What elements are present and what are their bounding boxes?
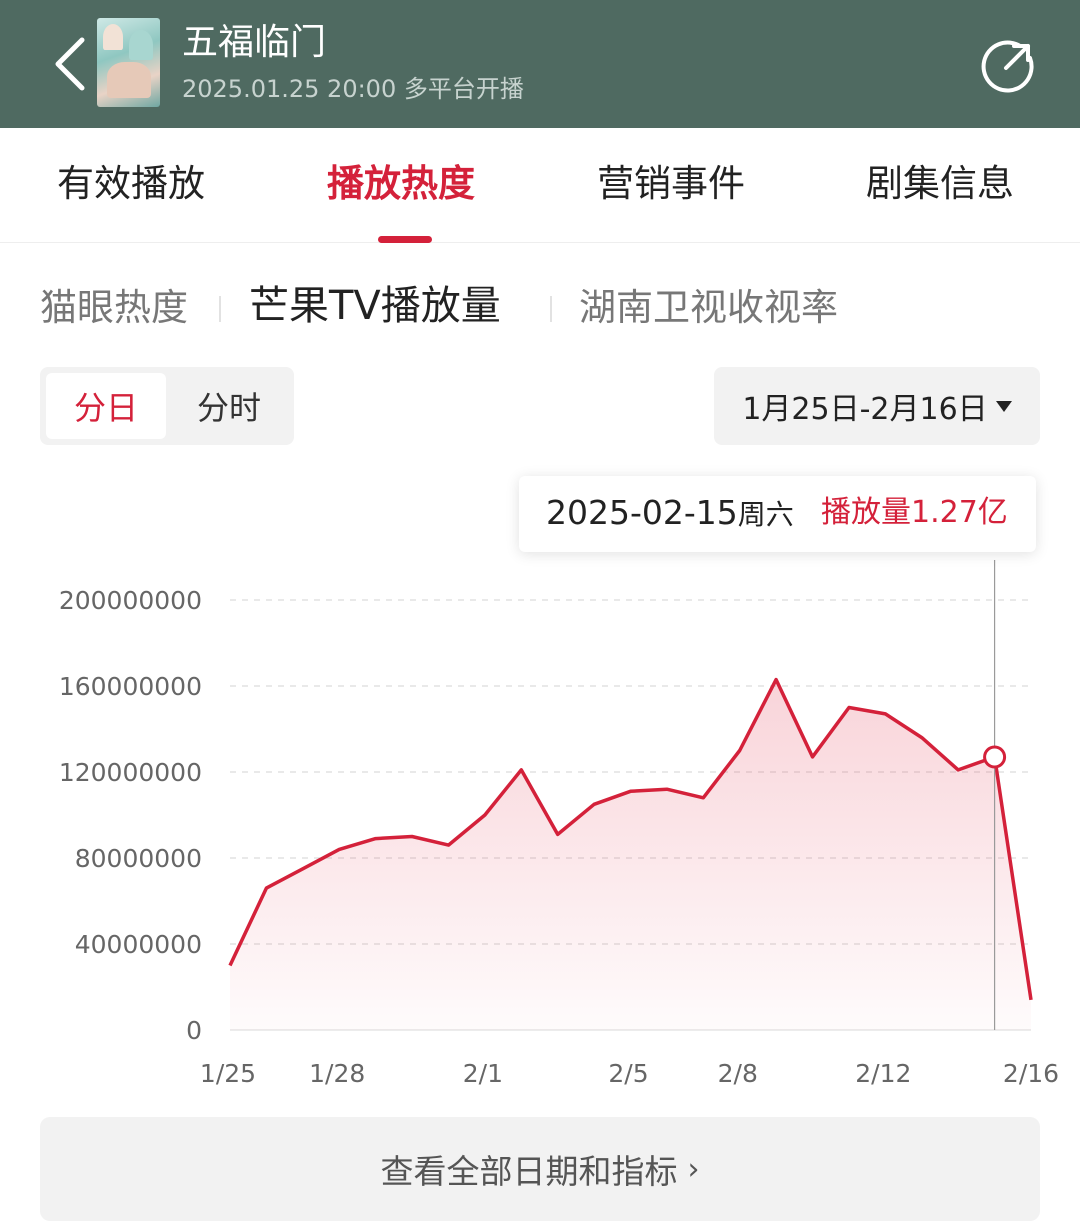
y-tick-label: 80000000 xyxy=(75,844,202,873)
tooltip-date-value: 2025-02-15 xyxy=(546,493,738,532)
share-button[interactable] xyxy=(980,38,1036,94)
chevron-left-icon xyxy=(55,37,85,91)
date-range-label: 1月25日-2月16日 xyxy=(742,392,988,427)
share-icon xyxy=(981,40,1034,93)
chevron-right-icon: › xyxy=(687,1151,700,1187)
tab-effective-play[interactable]: 有效播放 xyxy=(57,156,205,212)
x-tick-label: 2/16 xyxy=(1003,1059,1059,1088)
tab-marketing-events[interactable]: 营销事件 xyxy=(597,156,745,212)
tooltip-date: 2025-02-15周六 xyxy=(546,490,794,538)
subtab-mango-plays[interactable]: 芒果TV播放量 xyxy=(249,280,501,332)
x-tick-label: 1/28 xyxy=(309,1059,365,1088)
date-range-select[interactable]: 1月25日-2月16日 xyxy=(714,367,1040,445)
chart-tooltip: 2025-02-15周六 播放量1.27亿 xyxy=(519,476,1036,552)
app-header: 五福临门 2025.01.25 20:00 多平台开播 xyxy=(0,0,1080,128)
air-date: 2025.01.25 20:00 多平台开播 xyxy=(182,75,524,103)
y-tick-label: 160000000 xyxy=(59,672,202,701)
y-tick-label: 120000000 xyxy=(59,758,202,787)
caret-down-icon xyxy=(995,400,1012,412)
subtab-divider xyxy=(550,296,552,322)
play-count-chart: 200000000 160000000 120000000 80000000 40000… xyxy=(0,552,1080,1100)
subtab-maoyan-heat[interactable]: 猫眼热度 xyxy=(40,282,188,334)
main-tabs: 有效播放 播放热度 营销事件 剧集信息 xyxy=(0,128,1080,243)
tab-play-heat[interactable]: 播放热度 xyxy=(327,156,475,212)
view-all-label: 查看全部日期和指标 xyxy=(380,1152,678,1191)
x-tick-label: 2/5 xyxy=(608,1059,648,1088)
highlight-point xyxy=(983,745,1007,769)
drama-title: 五福临门 xyxy=(182,22,327,63)
x-tick-label: 2/1 xyxy=(463,1059,503,1088)
tooltip-value: 播放量1.27亿 xyxy=(821,495,1008,530)
subtab-divider xyxy=(219,296,221,322)
y-tick-label: 200000000 xyxy=(59,586,202,615)
view-all-button[interactable]: 查看全部日期和指标 › xyxy=(40,1117,1040,1221)
y-tick-label: 0 xyxy=(186,1016,202,1045)
daily-option[interactable]: 分日 xyxy=(46,373,166,439)
granularity-toggle: 分日 分时 xyxy=(40,367,294,445)
drama-poster[interactable] xyxy=(97,18,160,107)
tab-drama-info[interactable]: 剧集信息 xyxy=(866,156,1014,212)
active-tab-indicator xyxy=(378,236,432,243)
y-tick-label: 40000000 xyxy=(75,930,202,959)
tooltip-weekday: 周六 xyxy=(737,498,794,531)
hourly-option[interactable]: 分时 xyxy=(170,373,288,439)
x-tick-label: 1/25 xyxy=(200,1059,256,1088)
back-button[interactable] xyxy=(44,32,94,96)
chart-svg: 200000000 160000000 120000000 80000000 40000… xyxy=(59,552,1059,1088)
subtab-hunan-ratings[interactable]: 湖南卫视收视率 xyxy=(579,282,838,334)
x-tick-label: 2/12 xyxy=(855,1059,911,1088)
x-tick-label: 2/8 xyxy=(718,1059,758,1088)
